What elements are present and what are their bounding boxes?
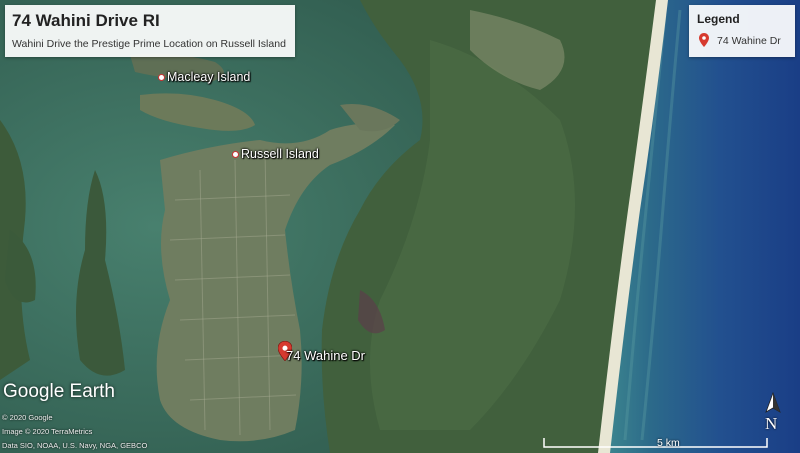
place-dot-icon — [232, 151, 239, 159]
place-name: Russell Island — [241, 147, 319, 161]
scale-label: 5 km — [657, 437, 680, 449]
legend-entry-label: 74 Wahine Dr — [717, 35, 781, 47]
place-name: Macleay Island — [167, 70, 251, 84]
scale-bar — [543, 438, 768, 448]
red-pin-icon — [699, 33, 709, 47]
title-panel: 74 Wahini Drive RI Wahini Drive the Pres… — [5, 5, 295, 57]
satellite-map[interactable] — [0, 0, 800, 453]
legend-panel: Legend 74 Wahine Dr — [689, 5, 795, 57]
place-dot-icon — [158, 74, 165, 82]
map-title: 74 Wahini Drive RI — [12, 11, 160, 30]
compass-north-letter: N — [765, 414, 778, 433]
legend-title: Legend — [697, 12, 740, 26]
marker-label[interactable]: 74 Wahine Dr — [286, 348, 365, 363]
credit-data: Data SIO, NOAA, U.S. Navy, NGA, GEBCO — [2, 441, 148, 450]
map-subtitle: Wahini Drive the Prestige Prime Location… — [12, 38, 286, 50]
place-label-russell-island[interactable]: Russell Island — [232, 147, 319, 161]
credit-imagery: Image © 2020 TerraMetrics — [2, 427, 93, 436]
credit-copyright: © 2020 Google — [2, 413, 53, 422]
google-earth-logo: Google Earth — [3, 381, 115, 402]
place-label-macleay-island[interactable]: Macleay Island — [158, 70, 250, 84]
